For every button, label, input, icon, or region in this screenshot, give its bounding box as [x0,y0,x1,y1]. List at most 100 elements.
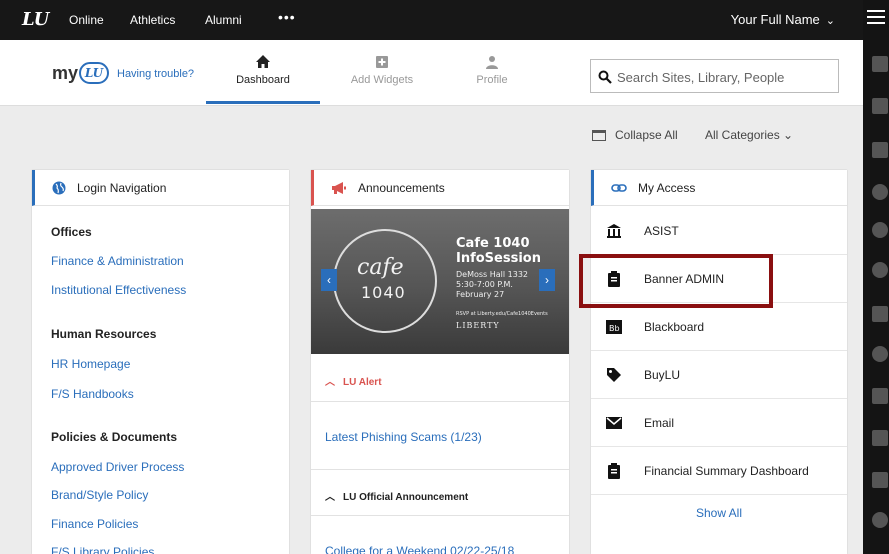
link-approved-driver-process[interactable]: Approved Driver Process [51,460,184,474]
chevron-down-icon: ⌄ [825,15,835,27]
nav-online[interactable]: Online [69,13,104,27]
tab-dashboard[interactable]: Dashboard [213,54,313,86]
card-title: Login Navigation [77,180,167,195]
collapse-all-label: Collapse All [615,128,678,142]
card-icon[interactable] [872,306,888,322]
mylu-logo[interactable]: my LU [52,62,110,84]
e-icon[interactable] [872,222,888,238]
clipboard-icon[interactable] [872,98,888,114]
having-trouble-link[interactable]: Having trouble? [117,68,194,80]
nav-athletics[interactable]: Athletics [130,13,175,27]
chevron-up-icon: ︿ [325,377,335,388]
link-fs-handbooks[interactable]: F/S Handbooks [51,387,134,401]
search-icon [598,70,612,84]
user-name: Your Full Name [730,12,820,27]
chevron-up-icon: ︿ [325,492,335,503]
search-box[interactable] [590,59,839,93]
access-item-buylu[interactable]: BuyLU [591,351,847,399]
fs-icon[interactable] [872,262,888,278]
lu-alert-header[interactable]: ︿ LU Alert [311,354,569,402]
megaphone-icon [331,181,347,195]
home-icon [213,54,313,74]
link-fs-library-policies[interactable]: F/S Library Policies [51,545,154,554]
banner-cafe-text: cafe [357,255,404,280]
section-human-resources: Human Resources [51,327,157,341]
carousel-prev-arrow-icon[interactable]: ‹ [321,269,337,291]
collapse-all-button[interactable]: Collapse All [592,128,678,142]
login-navigation-card: Login Navigation Offices Finance & Admin… [32,170,289,554]
card-title: My Access [638,180,696,195]
h-icon[interactable] [872,512,888,528]
tab-add-widgets[interactable]: Add Widgets [332,54,432,86]
e-square-icon[interactable] [872,388,888,404]
access-item-email[interactable]: Email [591,399,847,447]
banner-circle [333,229,437,333]
section-policies-documents: Policies & Documents [51,430,178,444]
add-widget-icon [332,54,432,74]
access-item-blackboard[interactable]: Bb Blackboard [591,303,847,351]
search-input[interactable] [617,66,832,88]
svg-text:Bb: Bb [609,324,620,333]
link-hr-homepage[interactable]: HR Homepage [51,357,130,371]
blackboard-icon: Bb [605,318,623,336]
link-institutional-effectiveness[interactable]: Institutional Effectiveness [51,283,186,297]
card-header[interactable]: Announcements [311,170,569,206]
portal-header: my LU Having trouble? Dashboard Add Widg… [0,40,863,106]
card-header[interactable]: My Access [591,170,847,206]
lu-official-header[interactable]: ︿ LU Official Announcement [311,470,569,516]
show-all-link[interactable]: Show All [591,506,847,520]
lu-alert-label: LU Alert [343,377,382,388]
banner-title-line1: Cafe 1040 [456,236,530,251]
tab-label: Profile [476,74,508,86]
right-sidebar-rail [863,0,889,554]
link-finance-administration[interactable]: Finance & Administration [51,254,184,268]
access-item-label: Blackboard [644,320,705,334]
bank-icon [605,222,623,240]
b-icon[interactable] [872,184,888,200]
access-item-label: Email [644,416,675,430]
card-header[interactable]: Login Navigation [32,170,289,206]
user-menu[interactable]: Your Full Name ⌄ [731,12,835,27]
more-menu-icon[interactable]: ••• [278,9,296,25]
access-item-label: ASIST [644,224,679,238]
section-offices: Offices [51,225,92,239]
banner-location: DeMoss Hall 1332 [456,270,529,279]
hh-icon[interactable] [872,346,888,362]
collapse-icon [592,130,606,141]
lu-official-label: LU Official Announcement [343,492,469,503]
banner-liberty-logo: LIBERTY [456,321,500,330]
college-weekend-link[interactable]: College for a Weekend 02/22-25/18 [325,544,514,554]
top-navigation-bar: LU Online Athletics Alumni ••• Your Full… [0,0,863,40]
banner-date: February 27 [456,290,505,299]
globe-icon [52,181,66,195]
banner-number-text: 1040 [361,283,406,302]
banner-rsvp: RSVP at Liberty.edu/Cafe1040Events [456,311,548,317]
event-banner-image[interactable]: cafe 1040 Cafe 1040 InfoSession DeMoss Ha… [311,209,569,354]
info-icon[interactable] [872,430,888,446]
link-finance-policies[interactable]: Finance Policies [51,517,138,531]
bank-icon[interactable] [872,56,888,72]
banner-title-line2: InfoSession [456,251,541,266]
announcements-card: Announcements cafe 1040 Cafe 1040 InfoSes… [311,170,569,554]
hamburger-menu-icon[interactable] [867,10,885,26]
blackboard-icon[interactable] [872,142,888,158]
brand-lu: LU [79,62,110,84]
nav-alumni[interactable]: Alumni [205,13,242,27]
card-title: Announcements [358,180,445,195]
carousel-next-arrow-icon[interactable]: › [539,269,555,291]
access-item-financial-summary[interactable]: Financial Summary Dashboard [591,447,847,495]
lu-official-title: ︿ LU Official Announcement [325,488,468,503]
link-brand-style-policy[interactable]: Brand/Style Policy [51,488,148,502]
banner-title: Cafe 1040 InfoSession [456,236,541,266]
tab-profile[interactable]: Profile [442,54,542,86]
phishing-scams-link[interactable]: Latest Phishing Scams (1/23) [325,430,482,444]
person-icon [442,54,542,74]
lu-alert-item: Latest Phishing Scams (1/23) [311,402,569,470]
liberty-logo[interactable]: LU [22,9,49,30]
active-tab-indicator [206,101,320,104]
all-categories-dropdown[interactable]: All Categories ⌄ [705,128,793,142]
access-item-label: BuyLU [644,368,681,382]
access-item-asist[interactable]: ASIST [591,207,847,255]
brand-my: my [52,62,79,83]
tv-icon[interactable] [872,472,888,488]
